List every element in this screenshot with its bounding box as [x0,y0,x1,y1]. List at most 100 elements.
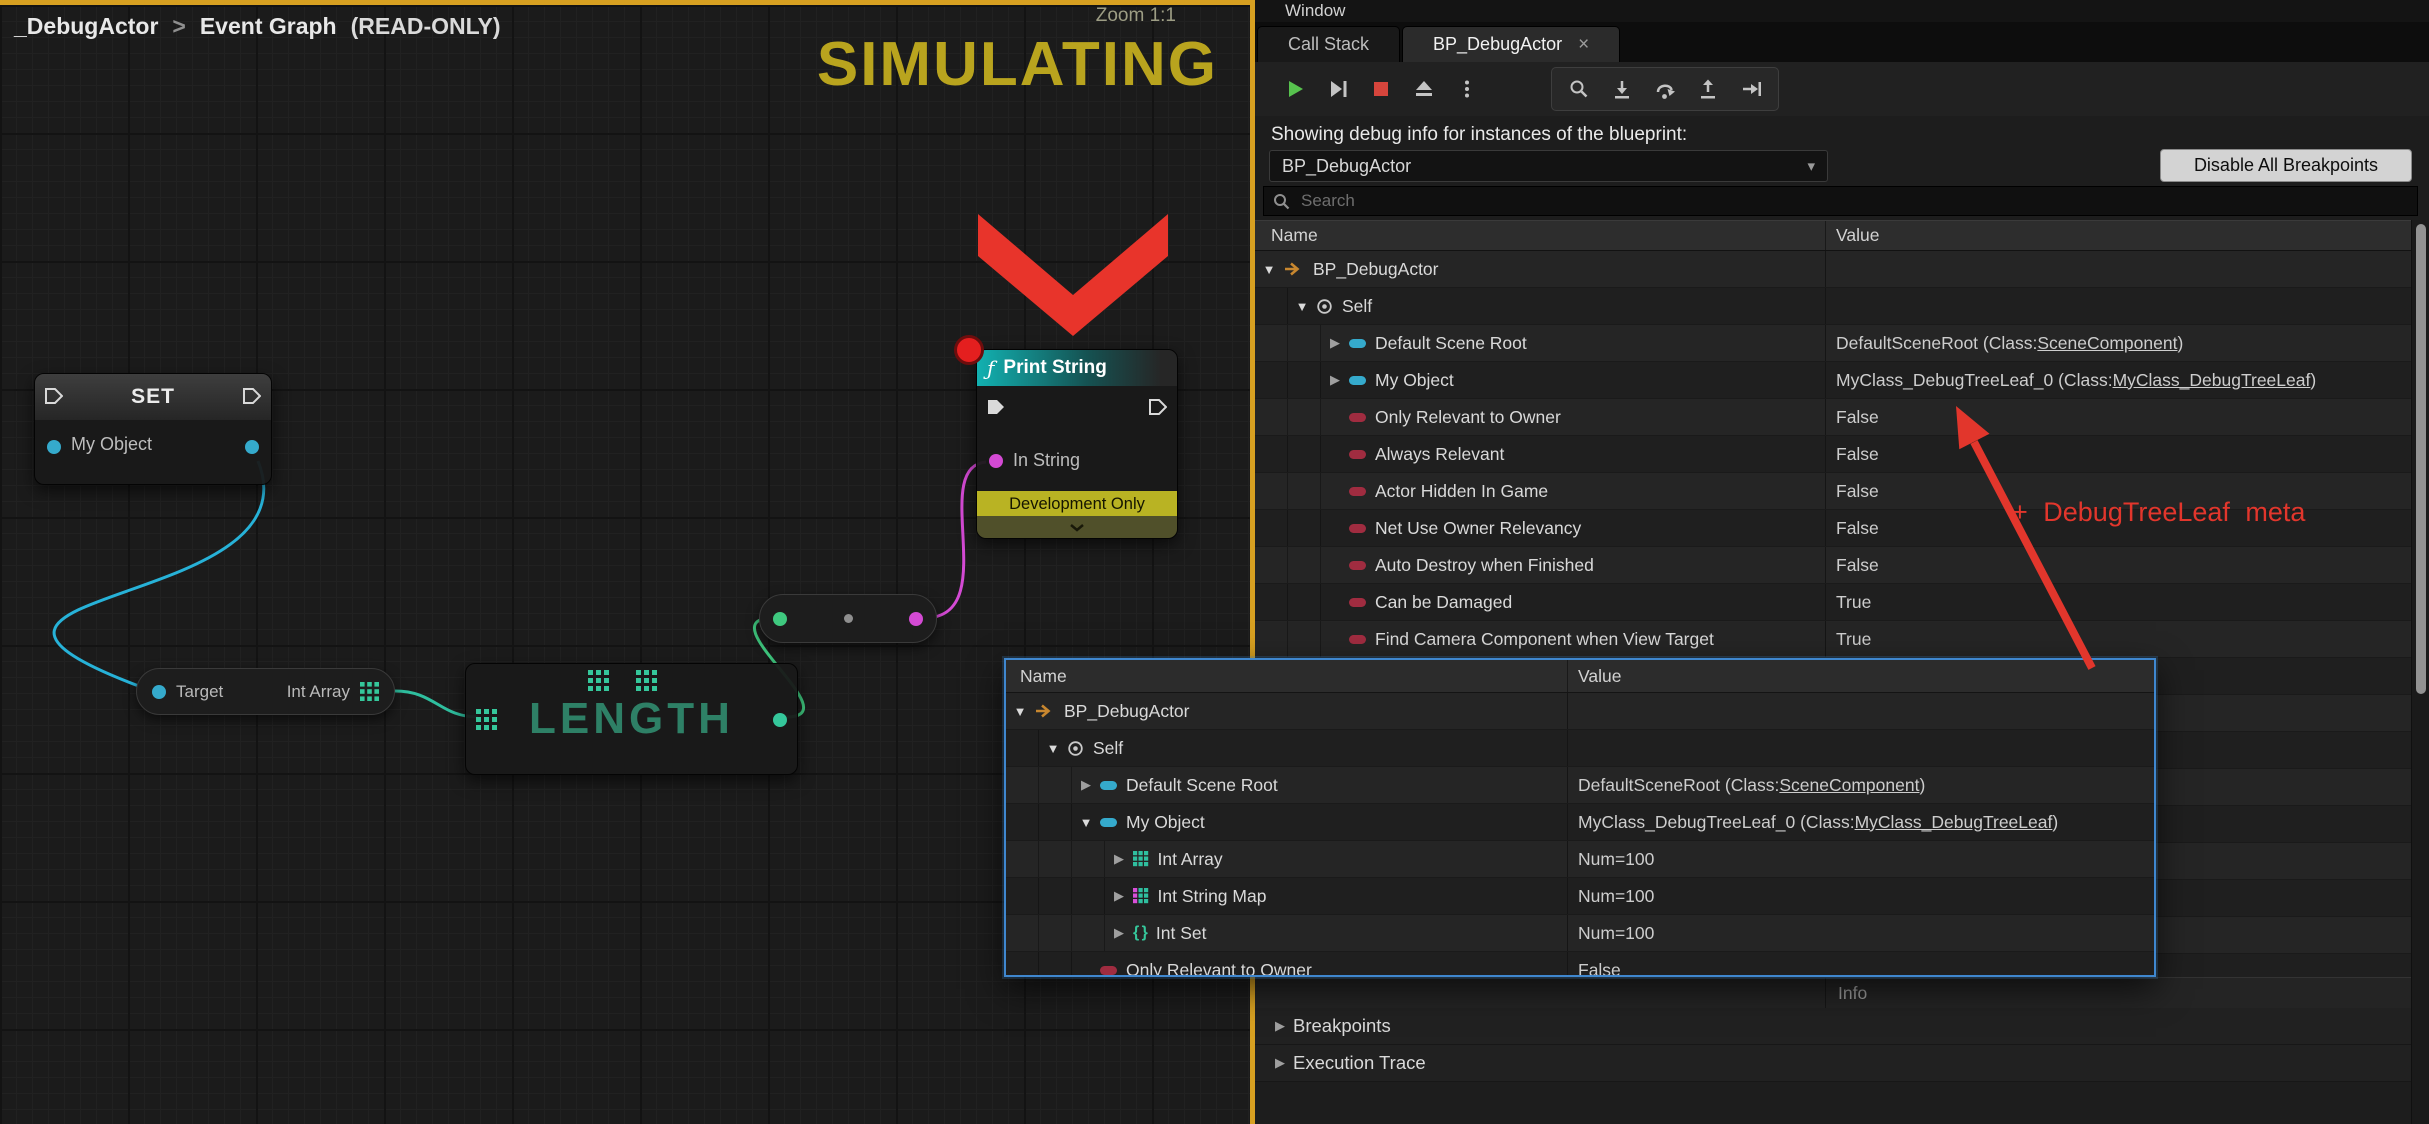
table-row-find-camera-component-when-view-target[interactable]: Find Camera Component when View TargetTr… [1255,621,2411,658]
expander-open-icon[interactable]: ▼ [1006,704,1034,719]
exec-out-pin[interactable] [243,388,261,404]
indent-guide [1039,878,1072,914]
table-row-my-object[interactable]: ▼My ObjectMyClass_DebugTreeLeaf_0 (Class… [1006,804,2154,841]
tab-call-stack[interactable]: Call Stack [1257,26,1400,62]
table-row-int-set[interactable]: ▶{ }Int SetNum=100 [1006,915,2154,952]
more-options-icon[interactable] [1447,71,1487,107]
expander-closed-icon[interactable]: ▶ [1105,925,1133,941]
section-row-execution-trace[interactable]: ▶Execution Trace [1255,1045,2411,1082]
expander-open-icon[interactable]: ▼ [1039,741,1067,756]
section-row-breakpoints[interactable]: ▶Breakpoints [1255,1008,2411,1045]
step-controls [1551,67,1779,111]
value-column-header[interactable]: Value [1567,660,2154,692]
find-node-icon[interactable] [1559,71,1599,107]
value-column-header[interactable]: Value [1825,221,2411,250]
breadcrumb-page[interactable]: Event Graph [200,13,337,40]
indent-guide [1255,510,1288,546]
frame-skip-icon[interactable] [1318,71,1358,107]
table-row-int-array[interactable]: ▶Int ArrayNum=100 [1006,841,2154,878]
set-node[interactable]: SET My Object [34,373,272,485]
array-output-pin[interactable] [360,682,379,701]
scrollbar-thumb[interactable] [2416,224,2426,694]
breadcrumb-root[interactable]: _DebugActor [14,13,158,40]
zoom-level-label: Zoom 1:1 [1096,5,1176,27]
get-int-array-node[interactable]: Target Int Array [136,668,395,715]
function-icon: ƒ [987,356,994,380]
readonly-label: (READ-ONLY) [351,13,501,40]
table-row-auto-destroy-when-finished[interactable]: Auto Destroy when FinishedFalse [1255,547,2411,584]
expander-closed-icon[interactable]: ▶ [1105,888,1133,904]
expander-closed-icon[interactable]: ▶ [1255,1055,1293,1071]
eject-icon[interactable] [1404,71,1444,107]
tab-bp-debugactor[interactable]: BP_DebugActor× [1402,26,1620,62]
table-row-default-scene-root[interactable]: ▶Default Scene RootDefaultSceneRoot (Cla… [1255,325,2411,362]
class-link[interactable]: SceneComponent [1779,775,1919,796]
step-out-icon[interactable] [1688,71,1728,107]
exec-in-pin[interactable] [987,399,1005,415]
exec-in-pin[interactable] [45,388,63,404]
table-row-only-relevant-to-owner[interactable]: Only Relevant to OwnerFalse [1006,952,2154,977]
breakpoint-icon[interactable] [954,335,984,365]
expander-closed-icon[interactable]: ▶ [1255,1018,1293,1034]
my-object-output-pin[interactable] [245,440,259,454]
disable-all-breakpoints-button[interactable]: Disable All Breakpoints [2160,149,2412,182]
exec-out-pin[interactable] [1149,399,1167,415]
vertical-scrollbar[interactable] [2411,220,2429,1124]
class-link[interactable]: MyClass_DebugTreeLeaf [2113,370,2311,391]
expander-closed-icon[interactable]: ▶ [1105,851,1133,867]
table-row-bp-debugactor[interactable]: ▼BP_DebugActor [1255,251,2411,288]
bool-pin-icon [1100,966,1117,975]
table-row-can-be-damaged[interactable]: Can be DamagedTrue [1255,584,2411,621]
table-row-only-relevant-to-owner[interactable]: Only Relevant to OwnerFalse [1255,399,2411,436]
table-row-self[interactable]: ▼Self [1255,288,2411,325]
table-row-self[interactable]: ▼Self [1006,730,2154,767]
table-row-bp-debugactor[interactable]: ▼ BP_DebugActor [1006,693,2154,730]
expander-closed-icon[interactable]: ▶ [1072,777,1100,793]
chevron-down-icon: ▾ [1807,157,1815,175]
simulating-watermark: SIMULATING [817,29,1218,100]
node-collapse-strip[interactable] [977,516,1177,538]
menu-window[interactable]: Window [1285,1,1345,21]
tab-close-icon[interactable]: × [1578,34,1589,56]
table-row-my-object[interactable]: ▶My ObjectMyClass_DebugTreeLeaf_0 (Class… [1255,362,2411,399]
expander-open-icon[interactable]: ▼ [1288,299,1316,314]
expander-open-icon[interactable]: ▼ [1072,815,1100,830]
bool-pin-icon [1349,561,1366,570]
row-label: BP_DebugActor [1064,701,1190,722]
class-link[interactable]: MyClass_DebugTreeLeaf [1855,812,2053,833]
resume-icon[interactable] [1275,71,1315,107]
indent-guide [1072,878,1105,914]
blueprint-selector-dropdown[interactable]: BP_DebugActor ▾ [1269,150,1828,182]
indent-guide [1288,362,1321,398]
name-column-header[interactable]: Name [1006,660,1567,692]
expander-closed-icon[interactable]: ▶ [1321,335,1349,351]
wire-object[interactable] [54,461,264,691]
name-column-header[interactable]: Name [1255,221,1825,250]
indent-guide [1006,730,1039,766]
my-object-input-pin[interactable] [47,440,61,454]
step-over-icon[interactable] [1645,71,1685,107]
class-link[interactable]: SceneComponent [2037,333,2177,354]
row-label: Default Scene Root [1126,775,1278,796]
in-string-pin[interactable] [989,454,1003,468]
array-input-pin[interactable] [476,709,497,730]
bool-pin-icon [1349,413,1366,422]
print-string-node[interactable]: ƒ Print String In String Development Onl… [976,349,1178,539]
int-input-pin[interactable] [773,612,787,626]
search-input[interactable] [1299,190,2408,212]
stop-icon[interactable] [1361,71,1401,107]
to-string-conversion-node[interactable] [759,594,937,643]
step-into-icon[interactable] [1602,71,1642,107]
table-row-always-relevant[interactable]: Always RelevantFalse [1255,436,2411,473]
object-pin-icon [1100,781,1117,790]
expander-closed-icon[interactable]: ▶ [1321,372,1349,388]
array-length-node[interactable]: LENGTH [465,663,798,775]
expander-open-icon[interactable]: ▼ [1255,262,1283,277]
target-input-pin[interactable] [152,685,166,699]
step-forward-icon[interactable] [1731,71,1771,107]
bool-pin-icon [1349,450,1366,459]
string-output-pin[interactable] [909,612,923,626]
table-row-default-scene-root[interactable]: ▶Default Scene RootDefaultSceneRoot (Cla… [1006,767,2154,804]
table-row-int-string-map[interactable]: ▶Int String MapNum=100 [1006,878,2154,915]
length-output-pin[interactable] [773,713,787,727]
